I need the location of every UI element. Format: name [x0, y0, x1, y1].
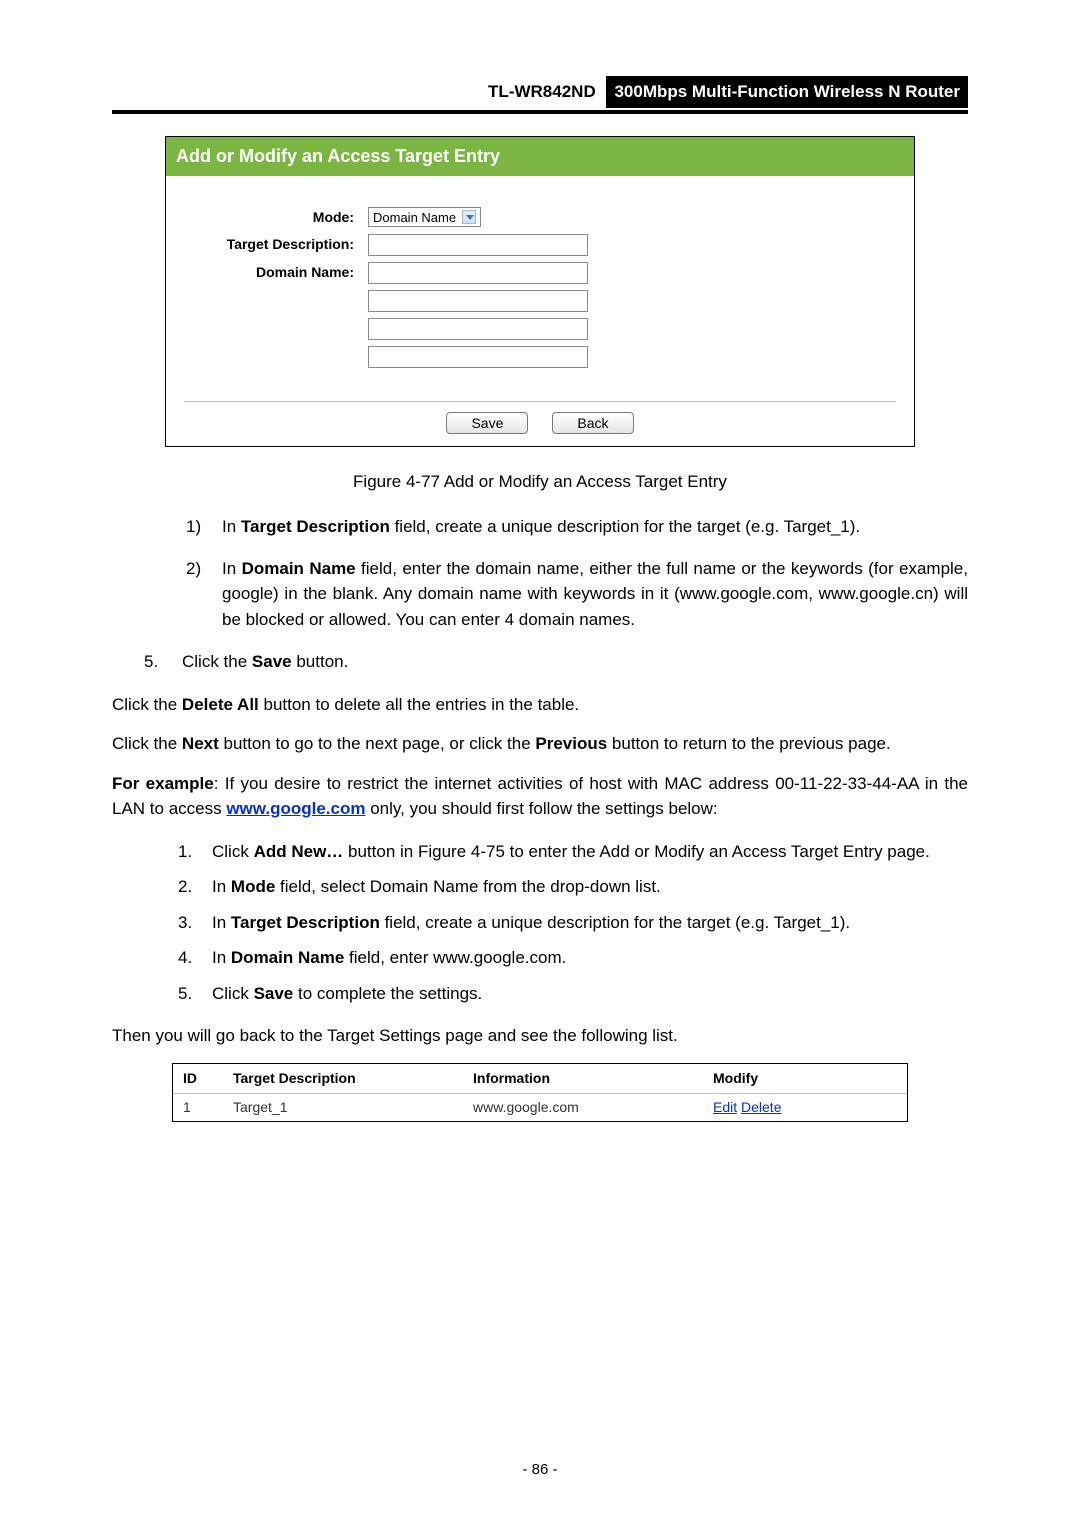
google-link[interactable]: www.google.com [226, 799, 365, 818]
step-field: Target Description [241, 517, 390, 536]
step-number: 2. [178, 874, 192, 900]
form-table: Mode: Domain Name Target Description: Do… [184, 204, 896, 377]
step-text: field, select Domain Name from the drop-… [275, 877, 661, 896]
para-bold: Next [182, 734, 219, 753]
edit-link[interactable]: Edit [713, 1099, 737, 1115]
para-text: button to delete all the entries in the … [259, 695, 579, 714]
example-step-list: 1. Click Add New… button in Figure 4-75 … [112, 839, 968, 1007]
example-step-2: 2. In Mode field, select Domain Name fro… [212, 874, 968, 900]
nav-paragraph: Click the Next button to go to the next … [112, 731, 968, 757]
router-panel: Add or Modify an Access Target Entry Mod… [165, 136, 915, 447]
step-text: In [222, 559, 242, 578]
delete-all-paragraph: Click the Delete All button to delete al… [112, 692, 968, 718]
step-text: to complete the settings. [293, 984, 482, 1003]
col-modify: Modify [703, 1064, 907, 1094]
target-list-table-wrap: ID Target Description Information Modify… [172, 1063, 908, 1122]
step-bold: Domain Name [231, 948, 344, 967]
step-text: Click [212, 842, 254, 861]
delete-link[interactable]: Delete [741, 1099, 781, 1115]
col-target-description: Target Description [223, 1064, 463, 1094]
para-bold: For example [112, 774, 214, 793]
step-field: Domain Name [242, 559, 356, 578]
step-bold: Save [254, 984, 294, 1003]
chevron-down-icon [462, 210, 476, 224]
step-5-list: 5. Click the Save button. [112, 649, 968, 675]
mode-select[interactable]: Domain Name [368, 207, 481, 227]
para-bold: Delete All [182, 695, 259, 714]
then-paragraph: Then you will go back to the Target Sett… [112, 1023, 968, 1049]
panel-body: Mode: Domain Name Target Description: Do… [166, 176, 914, 446]
cell-information: www.google.com [463, 1093, 703, 1121]
domain-name-input-2[interactable] [368, 290, 588, 312]
step-bold: Add New… [254, 842, 344, 861]
sub-step-list: 1) In Target Description field, create a… [112, 514, 968, 632]
example-step-5: 5. Click Save to complete the settings. [212, 981, 968, 1007]
step-text: field, create a unique description for t… [390, 517, 860, 536]
back-button[interactable]: Back [552, 412, 633, 434]
target-description-label: Target Description: [184, 231, 364, 259]
step-bold: Target Description [231, 913, 380, 932]
button-row: Save Back [184, 401, 896, 434]
cell-target-description: Target_1 [223, 1093, 463, 1121]
sub-step-2: 2) In Domain Name field, enter the domai… [222, 556, 968, 633]
domain-name-label: Domain Name: [184, 259, 364, 377]
table-row: 1 Target_1 www.google.com Edit Delete [173, 1093, 907, 1121]
domain-name-input-3[interactable] [368, 318, 588, 340]
table-header-row: ID Target Description Information Modify [173, 1064, 907, 1094]
step-bold: Mode [231, 877, 275, 896]
model-label: TL-WR842ND [488, 79, 602, 105]
step-text: Click the [182, 652, 252, 671]
page-header: TL-WR842ND 300Mbps Multi-Function Wirele… [112, 76, 968, 114]
figure-caption: Figure 4-77 Add or Modify an Access Targ… [112, 469, 968, 495]
step-text: In [212, 877, 231, 896]
step-number: 3. [178, 910, 192, 936]
col-id: ID [173, 1064, 223, 1094]
step-number: 1) [186, 514, 201, 540]
para-bold: Previous [535, 734, 607, 753]
example-step-3: 3. In Target Description field, create a… [212, 910, 968, 936]
step-text: field, create a unique description for t… [380, 913, 850, 932]
target-list-table: ID Target Description Information Modify… [173, 1064, 907, 1121]
cell-id: 1 [173, 1093, 223, 1121]
step-text: button in Figure 4-75 to enter the Add o… [343, 842, 930, 861]
step-number: 4. [178, 945, 192, 971]
para-text: Click the [112, 734, 182, 753]
domain-name-input-1[interactable] [368, 262, 588, 284]
header-inner: TL-WR842ND 300Mbps Multi-Function Wirele… [488, 76, 968, 108]
para-text: button to return to the previous page. [607, 734, 891, 753]
para-text: only, you should first follow the settin… [365, 799, 717, 818]
sub-step-1: 1) In Target Description field, create a… [222, 514, 968, 540]
para-text: Click the [112, 695, 182, 714]
panel-title: Add or Modify an Access Target Entry [166, 137, 914, 176]
step-5: 5. Click the Save button. [182, 649, 968, 675]
domain-name-input-4[interactable] [368, 346, 588, 368]
step-text: In [222, 517, 241, 536]
page-number: - 86 - [0, 1459, 1080, 1482]
save-button[interactable]: Save [446, 412, 528, 434]
step-bold: Save [252, 652, 292, 671]
example-step-4: 4. In Domain Name field, enter www.googl… [212, 945, 968, 971]
mode-select-value: Domain Name [373, 211, 456, 224]
step-text: In [212, 948, 231, 967]
example-paragraph: For example: If you desire to restrict t… [112, 771, 968, 822]
mode-label: Mode: [184, 204, 364, 231]
para-text: button to go to the next page, or click … [219, 734, 536, 753]
step-text: Click [212, 984, 254, 1003]
step-text: field, enter www.google.com. [344, 948, 566, 967]
step-text: In [212, 913, 231, 932]
example-step-1: 1. Click Add New… button in Figure 4-75 … [212, 839, 968, 865]
page-container: TL-WR842ND 300Mbps Multi-Function Wirele… [0, 0, 1080, 1162]
cell-modify: Edit Delete [703, 1093, 907, 1121]
step-number: 5. [178, 981, 192, 1007]
step-number: 2) [186, 556, 201, 582]
target-description-input[interactable] [368, 234, 588, 256]
step-number: 1. [178, 839, 192, 865]
col-information: Information [463, 1064, 703, 1094]
step-text: button. [292, 652, 349, 671]
product-title: 300Mbps Multi-Function Wireless N Router [606, 76, 968, 108]
step-number: 5. [144, 649, 158, 675]
